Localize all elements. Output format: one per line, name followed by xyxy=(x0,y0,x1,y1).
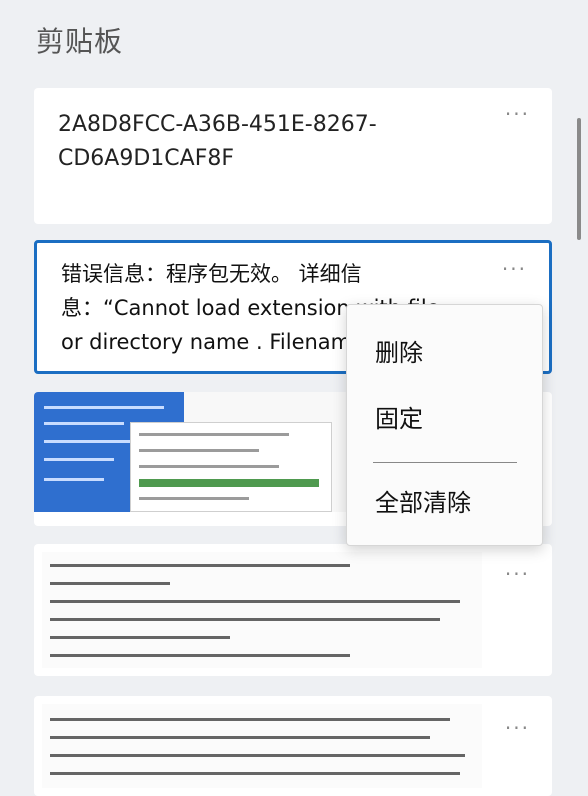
thumbnail-row xyxy=(139,497,249,500)
thumbnail-line xyxy=(44,478,104,481)
document-line xyxy=(50,600,460,603)
more-options-icon[interactable]: ··· xyxy=(502,259,527,279)
document-thumbnail xyxy=(42,552,482,668)
menu-item-delete[interactable]: 删除 xyxy=(375,333,423,368)
clipboard-item-guid[interactable]: 2A8D8FCC-A36B-451E-8267- CD6A9D1CAF8F ··… xyxy=(34,88,552,224)
more-options-icon[interactable]: ··· xyxy=(505,718,530,738)
screenshot-thumbnail xyxy=(34,392,364,512)
document-line xyxy=(50,636,230,639)
clipboard-item-document[interactable]: ··· xyxy=(34,544,552,676)
thumbnail-line xyxy=(44,440,144,443)
document-line xyxy=(50,564,350,567)
thumbnail-line xyxy=(44,422,124,425)
thumbnail-line xyxy=(44,406,164,409)
context-menu: 删除 固定 全部清除 xyxy=(346,304,543,546)
thumbnail-selected-row xyxy=(139,479,319,487)
menu-separator xyxy=(373,462,517,463)
document-line xyxy=(50,618,440,621)
clipboard-item-document[interactable]: ··· xyxy=(34,696,552,796)
more-options-icon[interactable]: ··· xyxy=(505,564,530,584)
document-line xyxy=(50,772,460,775)
document-line xyxy=(50,582,170,585)
scrollbar[interactable] xyxy=(577,118,581,240)
menu-item-pin[interactable]: 固定 xyxy=(375,399,423,434)
thumbnail-window xyxy=(130,422,332,512)
document-line xyxy=(50,654,350,657)
thumbnail-row xyxy=(139,465,279,468)
document-line xyxy=(50,736,430,739)
menu-item-clear-all[interactable]: 全部清除 xyxy=(375,483,471,518)
document-thumbnail xyxy=(42,704,482,788)
document-line xyxy=(50,718,450,721)
thumbnail-row xyxy=(139,449,259,452)
thumbnail-row xyxy=(139,433,289,436)
document-line xyxy=(50,754,465,757)
clipboard-item-text: 2A8D8FCC-A36B-451E-8267- CD6A9D1CAF8F xyxy=(58,112,377,171)
thumbnail-line xyxy=(44,458,114,461)
clipboard-title: 剪贴板 xyxy=(36,25,124,58)
more-options-icon[interactable]: ··· xyxy=(505,104,530,124)
